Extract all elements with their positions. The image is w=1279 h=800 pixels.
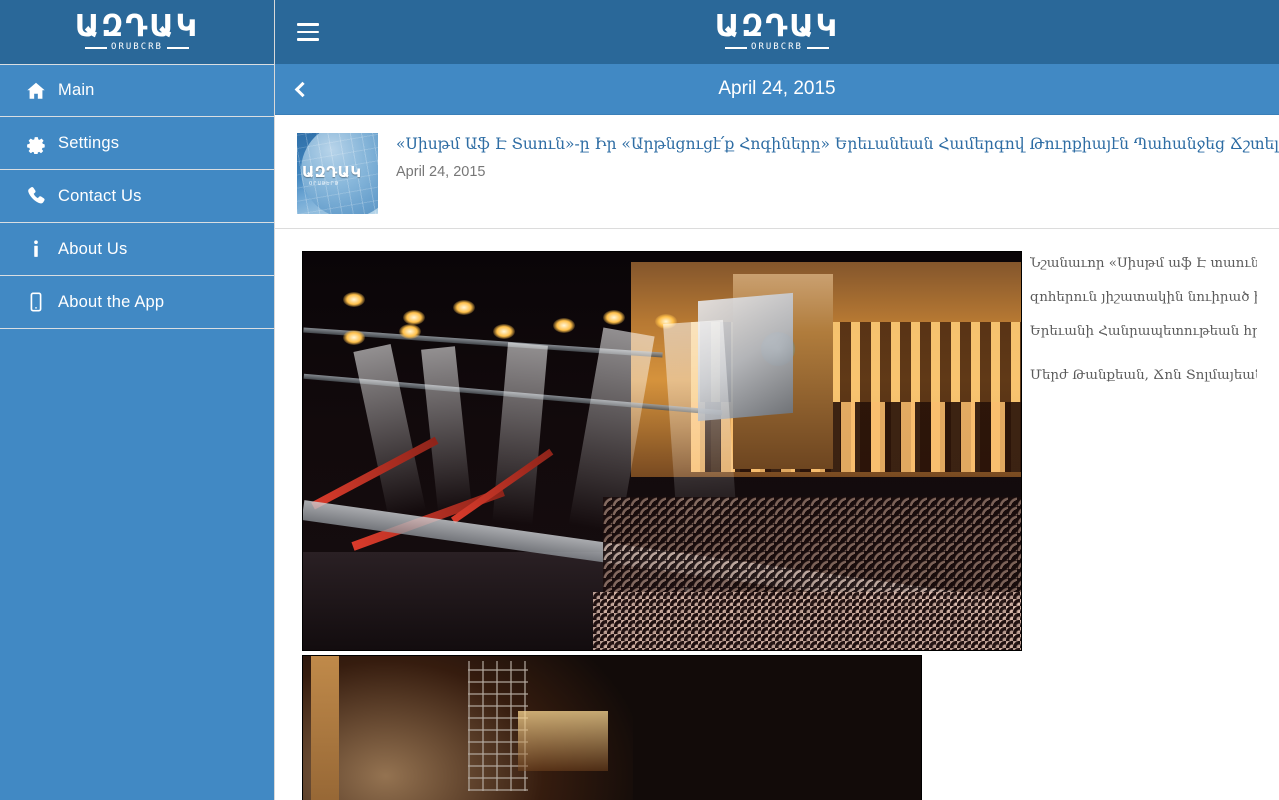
article-paragraph: Նշանաւոր «Սիսթմ աֆ Է տաուն» խում	[1030, 256, 1257, 271]
sidebar-item-label: About the App	[58, 292, 165, 311]
stage-lamp	[453, 300, 475, 315]
hamburger-line	[297, 30, 319, 34]
stage-lamp	[603, 310, 625, 325]
stage-lamp	[343, 292, 365, 307]
stage-structure	[518, 711, 608, 771]
sidebar-item-settings[interactable]: Settings	[0, 117, 274, 170]
sidebar-logo-subtext: ORUBCRB	[111, 42, 163, 52]
top-header-bar: ԱԶԴԱԿ ORUBCRB	[275, 0, 1279, 64]
chevron-left-glyph	[294, 81, 310, 97]
sidebar-logo: ԱԶԴԱԿ ORUBCRB	[0, 0, 274, 64]
thumbnail-logo-subtext: ՕՐԱԹԵՐԹ	[309, 181, 340, 187]
stage-lamp	[553, 318, 575, 333]
sidebar-item-label: Contact Us	[58, 186, 142, 205]
logo-rule-left	[85, 46, 108, 49]
mobile-device-icon	[14, 291, 58, 313]
article-date: April 24, 2015	[396, 164, 486, 181]
audience-crowd-front	[593, 592, 1021, 650]
gear-icon	[14, 132, 58, 154]
article-paragraph: զոհերուն յիշատակին նուիրած իր «Արթնցուցէ…	[1030, 290, 1257, 306]
article-thumbnail: ԱԶԴԱԿ ՕՐԱԹԵՐԹ	[297, 133, 378, 214]
logo-rule-left	[725, 46, 748, 49]
topbar-logo: ԱԶԴԱԿ ORUBCRB	[275, 12, 1279, 52]
app-root: ԱԶԴԱԿ ORUBCRB Main Settings Contact Us A…	[0, 0, 1279, 800]
article-title-link[interactable]: «Սիսթմ Աֆ Է Տաուն»-ը Իր «Արթնցուցէ՛ք Հոգ…	[396, 135, 1279, 154]
page-title: April 24, 2015	[718, 78, 836, 99]
logo-rule-right	[806, 46, 829, 49]
article-paragraph: Մերժ Թանքեան, Ճոն Տոլմայեան, Տարոն Մալաք…	[1030, 368, 1257, 384]
concert-photo-secondary	[302, 655, 922, 800]
logo-rule-right	[166, 46, 189, 49]
sidebar-nav: Main Settings Contact Us About Us About …	[0, 64, 274, 329]
hamburger-line	[297, 38, 319, 41]
sub-header-bar: April 24, 2015	[275, 64, 1279, 115]
stage-lamp	[493, 324, 515, 339]
back-chevron-icon[interactable]	[275, 64, 325, 115]
sidebar-item-main[interactable]: Main	[0, 64, 274, 117]
article-header-card[interactable]: ԱԶԴԱԿ ՕՐԱԹԵՐԹ «Սիսթմ Աֆ Է Տաուն»-ը Իր «Ա…	[275, 115, 1279, 229]
sidebar-item-label: About Us	[58, 239, 128, 258]
stage-lamp	[403, 310, 425, 325]
hamburger-line	[297, 23, 319, 26]
topbar-logo-text: ԱԶԴԱԿ	[714, 9, 840, 44]
home-icon	[14, 80, 58, 102]
sidebar-logo-text: ԱԶԴԱԿ	[74, 9, 200, 44]
sidebar-item-contact-us[interactable]: Contact Us	[0, 170, 274, 223]
stage-lamp	[343, 330, 365, 345]
sidebar: ԱԶԴԱԿ ORUBCRB Main Settings Contact Us A…	[0, 0, 275, 800]
hamburger-menu-icon[interactable]	[275, 0, 331, 64]
sidebar-item-label: Settings	[58, 133, 120, 152]
article-paragraph: Երեւանի Հանրապետութեան հրապարակին վրայ, …	[1030, 324, 1257, 340]
concert-photo-main	[302, 251, 1022, 651]
thumbnail-logo-text: ԱԶԴԱԿ	[302, 163, 362, 181]
info-icon	[14, 238, 58, 260]
article-scroll-area[interactable]: ԱԶԴԱԿ ՕՐԱԹԵՐԹ «Սիսթմ Աֆ Է Տաուն»-ը Իր «Ա…	[275, 115, 1279, 800]
phone-icon	[14, 185, 58, 207]
topbar-logo-subtext: ORUBCRB	[751, 42, 803, 52]
sidebar-item-about-the-app[interactable]: About the App	[0, 276, 274, 329]
stage-lamp	[399, 324, 421, 339]
lit-pillar	[311, 656, 339, 800]
main-column: ԱԶԴԱԿ ORUBCRB April 24, 2015 ԱԶԴԱԿ ՕՐԱԹԵ…	[275, 0, 1279, 800]
sidebar-item-label: Main	[58, 81, 95, 99]
sidebar-item-about-us[interactable]: About Us	[0, 223, 274, 276]
article-body: Նշանաւոր «Սիսթմ աֆ Է տաուն» խում զոհերու…	[275, 229, 1279, 800]
